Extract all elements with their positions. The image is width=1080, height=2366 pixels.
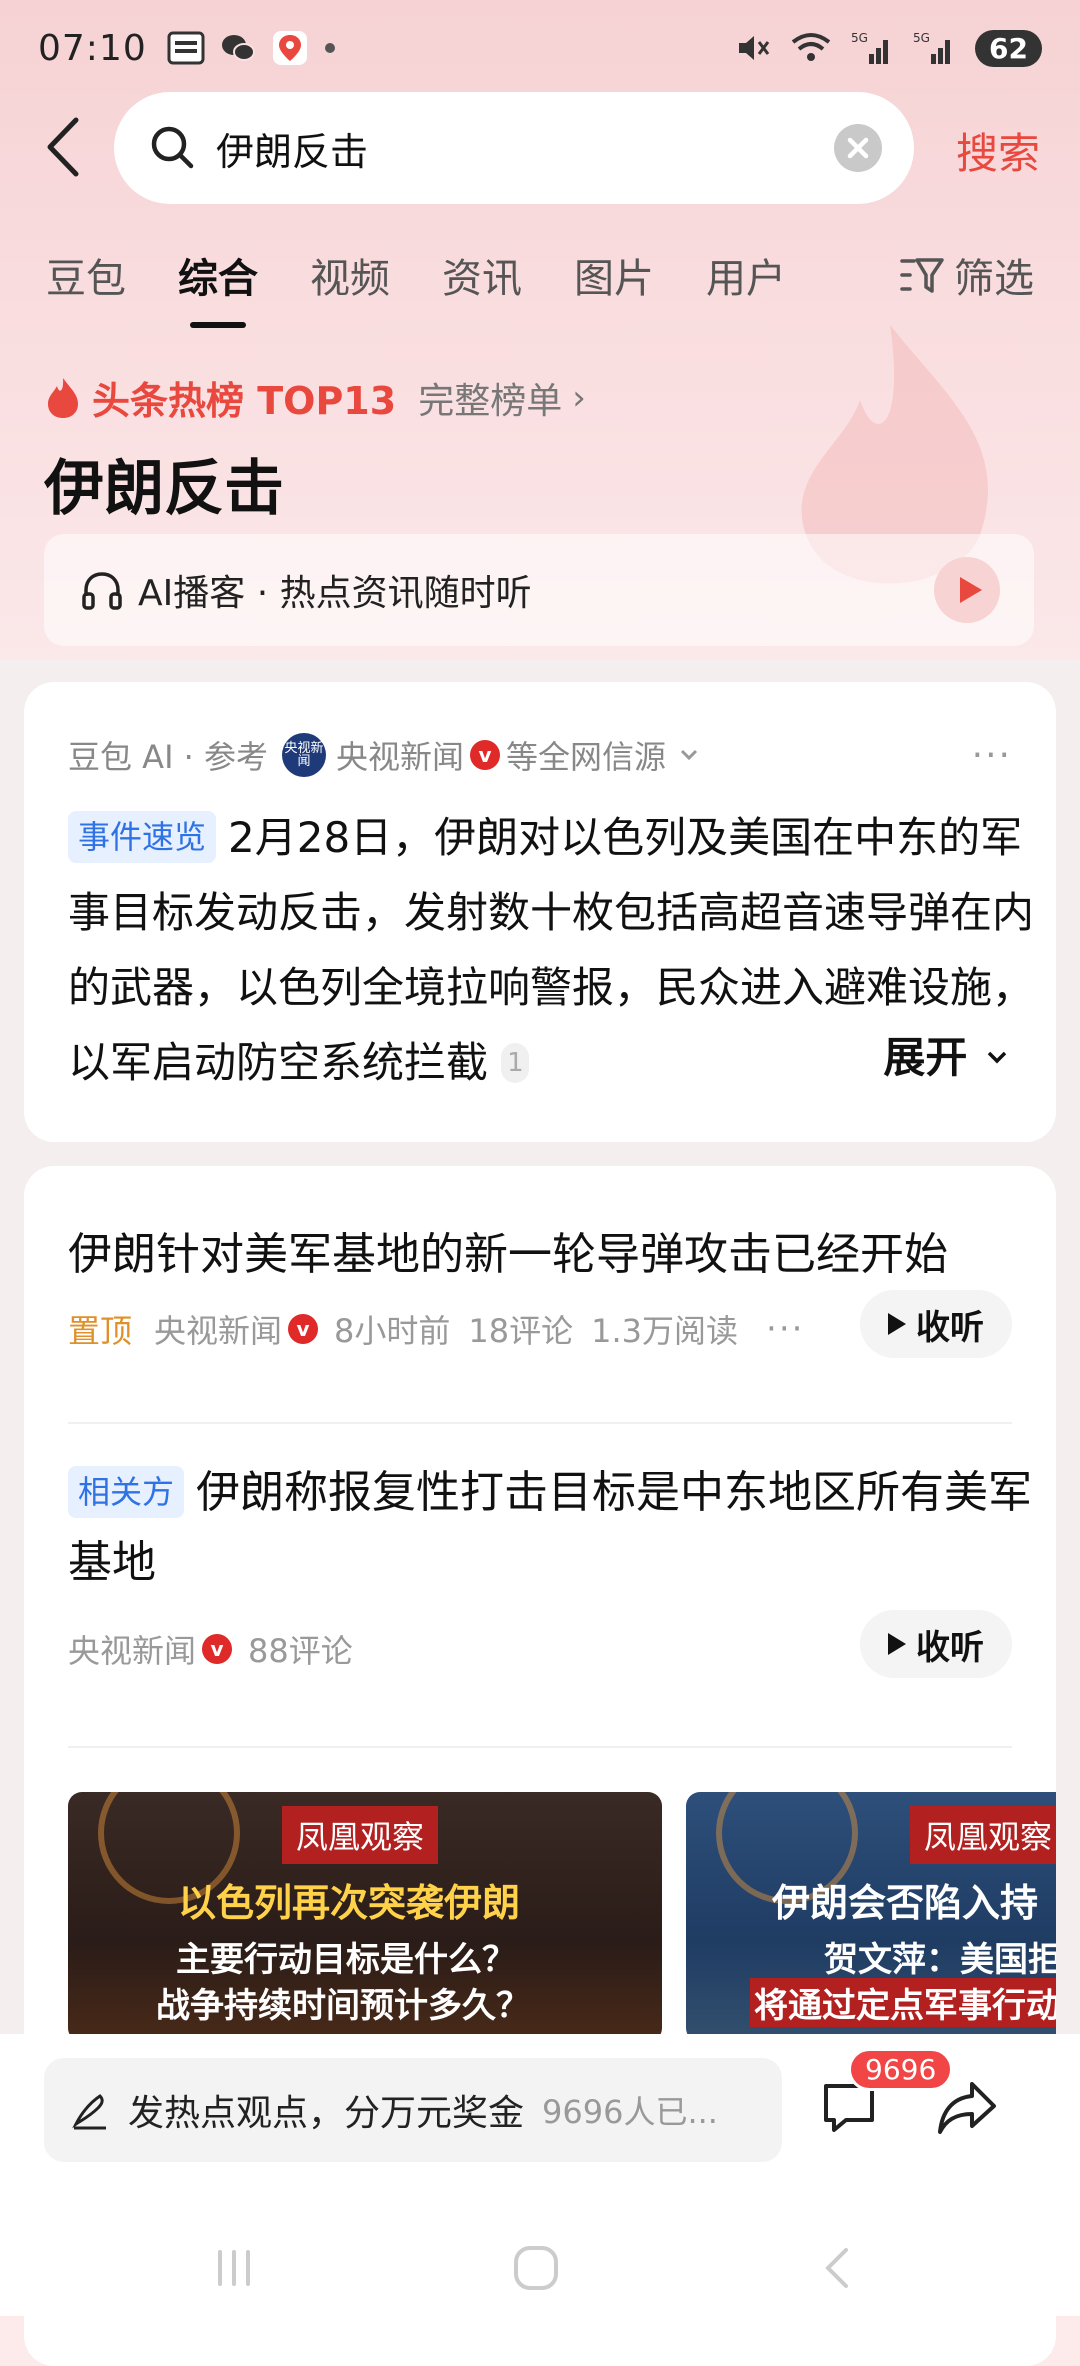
ai-source-name: 央视新闻 [336, 738, 465, 776]
listen-label-2: 收听 [916, 1627, 984, 1668]
back-arrow-icon[interactable] [40, 112, 90, 182]
more-options-icon[interactable]: ··· [972, 735, 1012, 776]
recent-apps-icon[interactable] [204, 2238, 264, 2298]
headphones-icon [82, 572, 122, 610]
chevron-down-icon [987, 1051, 1007, 1064]
home-icon[interactable] [506, 2238, 566, 2298]
search-query-text[interactable]: 伊朗反击 [216, 121, 368, 176]
news-time-1: 8小时前 [334, 1312, 451, 1350]
thumbnail-subline-1a: 主要行动目标是什么？ [176, 1940, 516, 1980]
verified-icon: v [288, 1314, 319, 1344]
pinned-label: 置顶 [68, 1312, 133, 1350]
status-right: 5G 5G 62 [735, 29, 1042, 67]
status-bar: 07:10 5G 5G 62 [38, 22, 1042, 74]
tab-doubao[interactable]: 豆包 [46, 246, 126, 304]
search-tabs: 豆包 综合 视频 资讯 图片 用户 筛选 [46, 240, 1034, 310]
back-nav-icon[interactable] [808, 2238, 868, 2298]
related-party-tag: 相关方 [68, 1466, 185, 1518]
listen-label: 收听 [916, 1307, 984, 1348]
pen-icon [72, 2094, 106, 2130]
verified-icon: v [202, 1634, 233, 1664]
tab-video[interactable]: 视频 [310, 246, 390, 304]
news-title-2[interactable]: 相关方 伊朗称报复性打击目标是中东地区所有美军基地 [68, 1458, 1038, 1598]
bottom-comment-bar: 发热点观点，分万元奖金 9696人已... 9696 [0, 2034, 1080, 2316]
search-icon [151, 126, 194, 169]
battery-indicator: 62 [975, 29, 1042, 67]
ai-source-suffix: 等全网信源 [506, 738, 667, 776]
search-row: 伊朗反击 搜索 [0, 92, 1080, 204]
tab-images[interactable]: 图片 [574, 246, 654, 304]
fire-icon [48, 377, 78, 418]
reference-marker[interactable]: 1 [501, 1043, 530, 1083]
thumbnail-badge-2: 凤凰观察 [909, 1806, 1056, 1864]
expand-label: 展开 [883, 1033, 968, 1082]
mute-icon [739, 36, 770, 60]
thumbnail-headline-1: 以色列再次突袭伊朗 [178, 1881, 521, 1925]
news-source-1[interactable]: 央视新闻 [154, 1306, 282, 1352]
svg-text:5G: 5G [851, 31, 868, 45]
hot-board-header[interactable]: 头条热榜 TOP13 完整榜单 › [44, 370, 586, 425]
search-input[interactable]: 伊朗反击 [114, 92, 914, 204]
cctv-logo-icon: 央视新闻 [282, 733, 327, 777]
notification-dot-icon [324, 43, 335, 53]
comment-placeholder: 发热点观点，分万元奖金 [128, 2093, 525, 2134]
thumbnail-badge-1: 凤凰观察 [282, 1806, 439, 1864]
video-thumbnail-1[interactable]: 凤凰观察 以色列再次突袭伊朗 主要行动目标是什么？ 战争持续时间预计多久？ [68, 1792, 662, 2042]
news-title-2-text: 伊朗称报复性打击目标是中东地区所有美军基地 [68, 1467, 1033, 1588]
wifi-icon [791, 33, 831, 61]
comment-input[interactable]: 发热点观点，分万元奖金 9696人已... [44, 2058, 782, 2162]
topic-title: 伊朗反击 [44, 454, 284, 524]
search-button[interactable]: 搜索 [956, 120, 1040, 181]
thumbnail-subline-2a: 贺文萍：美国拒 [824, 1940, 1056, 1980]
listen-button[interactable]: 收听 [860, 1290, 1012, 1358]
event-tag: 事件速览 [68, 811, 217, 863]
filter-label: 筛选 [954, 256, 1034, 302]
thumbnail-subline-1b: 战争持续时间预计多久？ [156, 1986, 530, 2026]
status-app-icons [167, 29, 337, 67]
signal-5g-icon: 5G [851, 31, 889, 64]
expand-button[interactable]: 展开 [853, 1024, 1012, 1085]
news-reads-1: 1.3万阅读 [591, 1312, 739, 1350]
share-icon[interactable] [934, 2074, 1000, 2140]
ai-source-row[interactable]: 豆包 AI · 参考 央视新闻 央视新闻 v 等全网信源 ··· [68, 732, 1012, 778]
system-nav-bar [0, 2214, 1080, 2314]
verified-icon: v [470, 740, 501, 770]
tab-comprehensive[interactable]: 综合 [178, 246, 258, 304]
filter-button[interactable]: 筛选 [900, 246, 1034, 304]
maps-icon [272, 31, 307, 65]
svg-text:5G: 5G [913, 31, 930, 45]
chevron-down-icon [681, 749, 698, 761]
news-source-2[interactable]: 央视新闻 [68, 1626, 196, 1672]
clear-search-icon[interactable] [834, 124, 882, 172]
divider [68, 1422, 1012, 1424]
signal-5g-icon-2: 5G [913, 31, 951, 64]
listen-button-2[interactable]: 收听 [860, 1610, 1012, 1678]
video-thumbnail-2[interactable]: 凤凰观察 伊朗会否陷入持 贺文萍：美国拒 将通过定点军事行动 [686, 1792, 1056, 2042]
ai-source-prefix: 豆包 AI · 参考 [68, 738, 269, 776]
wechat-icon [221, 35, 255, 61]
tab-news[interactable]: 资讯 [442, 246, 522, 304]
thumbnail-headline-2: 伊朗会否陷入持 [772, 1881, 1039, 1925]
video-thumbnails: 凤凰观察 以色列再次突袭伊朗 主要行动目标是什么？ 战争持续时间预计多久？ 凤凰… [68, 1792, 1056, 2042]
thumbnail-subline-2b: 将通过定点军事行动 [750, 1978, 1056, 2027]
news-comments-2: 88评论 [248, 1632, 353, 1670]
news-meta-1: 置顶 央视新闻 v 8小时前 18评论 1.3万阅读 ··· [68, 1306, 804, 1352]
news-title-1[interactable]: 伊朗针对美军基地的新一轮导弹攻击已经开始 [68, 1218, 948, 1282]
news-comments-1: 18评论 [468, 1312, 574, 1350]
tab-users[interactable]: 用户 [706, 246, 786, 304]
chevron-right-icon: › [572, 377, 586, 418]
ai-summary-card: 豆包 AI · 参考 央视新闻 央视新闻 v 等全网信源 ··· 事件速览 2月2… [24, 682, 1056, 1142]
participants-count: 9696人已... [542, 2093, 718, 2131]
filter-icon [900, 258, 944, 293]
divider [68, 1746, 1012, 1748]
full-list-link[interactable]: 完整榜单 [418, 372, 562, 424]
toutiao-icon [167, 31, 205, 65]
news-meta-2: 央视新闻 v 88评论 [68, 1626, 371, 1672]
ai-podcast-label: AI播客 · 热点资讯随时听 [138, 573, 532, 614]
play-icon[interactable] [934, 557, 1000, 623]
hot-board-title: 头条热榜 TOP13 [92, 379, 397, 423]
ai-podcast-bar[interactable]: AI播客 · 热点资讯随时听 [44, 534, 1034, 646]
more-options-icon[interactable]: ··· [766, 1309, 804, 1349]
status-time: 07:10 [38, 27, 147, 69]
